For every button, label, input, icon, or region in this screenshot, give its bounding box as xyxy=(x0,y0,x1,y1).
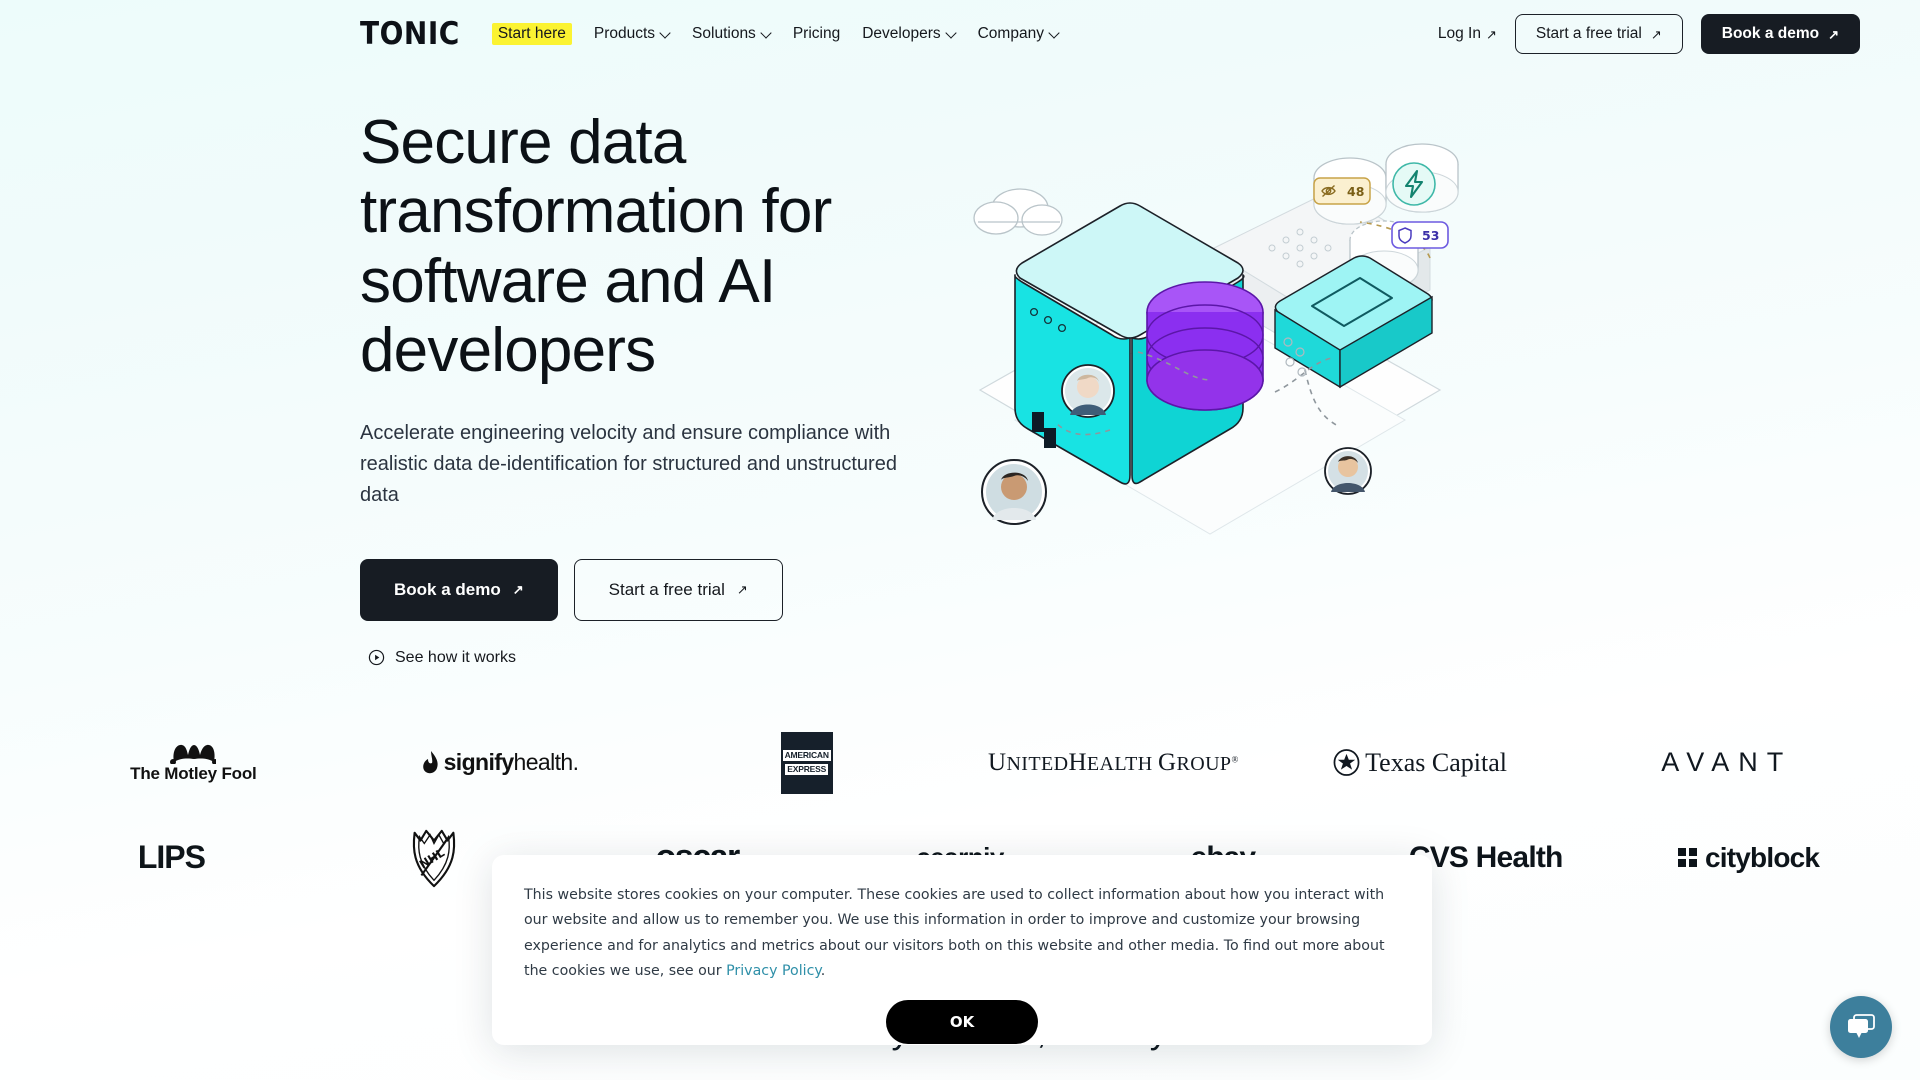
logo-label: LIPS xyxy=(137,839,206,875)
purple-database-icon xyxy=(1146,281,1264,411)
cityblock-mark-icon xyxy=(1677,848,1697,867)
logo-text: cityblock xyxy=(1704,841,1820,873)
logo-motley-fool: The Motley Fool xyxy=(40,742,347,784)
cookie-banner-text: This website stores cookies on your comp… xyxy=(524,883,1400,984)
page-root: TONIC Start here Products Solutions Pric… xyxy=(0,0,1920,1080)
masked-value-badge: 48 xyxy=(1313,177,1371,205)
logo-label: The Motley Fool xyxy=(130,763,257,783)
button-label: Start a free trial xyxy=(608,579,725,599)
arrow-up-right-icon: ↗ xyxy=(512,582,524,598)
logo-label: cityblock xyxy=(1677,841,1820,874)
logo-row-1: The Motley Fool signifyhealth. AMERICAN … xyxy=(0,715,1920,810)
svg-text:48: 48 xyxy=(1347,184,1364,199)
hero-book-demo-button[interactable]: Book a demo ↗ xyxy=(360,558,558,621)
svg-text:53: 53 xyxy=(1422,228,1439,243)
logo-signify-health: signifyhealth. xyxy=(347,749,654,776)
isometric-data-platform-illustration: 48 53 xyxy=(973,143,1459,535)
avatar-person-2 xyxy=(981,459,1047,525)
button-label: Book a demo xyxy=(394,579,501,599)
cookie-text-part1: This website stores cookies on your comp… xyxy=(524,887,1385,979)
arrow-up-right-icon: ↗ xyxy=(736,582,748,598)
logo-avant: AVANT xyxy=(1573,747,1880,778)
chat-widget-button[interactable] xyxy=(1830,996,1892,1058)
cookie-text-part2: . xyxy=(820,962,826,979)
logo-texas-capital: Texas Capital xyxy=(1267,748,1574,778)
logo-american-express: AMERICAN EXPRESS xyxy=(653,731,960,794)
cookie-ok-button[interactable]: OK xyxy=(886,1000,1038,1045)
logo-label: UNITEDHEALTH GROUP® xyxy=(988,748,1239,776)
play-circle-icon xyxy=(368,650,385,666)
hero-start-trial-button[interactable]: Start a free trial ↗ xyxy=(573,558,783,621)
logo-label-line1: AMERICAN xyxy=(782,750,831,761)
jester-hat-icon xyxy=(170,744,217,764)
signify-flame-icon xyxy=(422,750,438,773)
hero-cta-group: Book a demo ↗ Start a free trial ↗ xyxy=(360,558,960,621)
hero-illustration: 48 53 xyxy=(960,130,1560,560)
nhl-shield-icon: NHL xyxy=(413,829,456,887)
chat-bubble-icon xyxy=(1848,1014,1875,1038)
hero-section: Secure data transformation for software … xyxy=(0,0,1920,700)
logo-label: Texas Capital xyxy=(1365,747,1507,777)
logo-cityblock: cityblock xyxy=(1617,842,1880,874)
avatar-person-3 xyxy=(1324,447,1372,495)
hero-subtitle: Accelerate engineering velocity and ensu… xyxy=(360,421,897,506)
logo-label: signifyhealth. xyxy=(443,749,579,775)
logo-label-line2: EXPRESS xyxy=(785,764,829,775)
star-circle-icon xyxy=(1333,749,1360,776)
hero-copy: Secure data transformation for software … xyxy=(360,108,960,673)
logo-label: AVANT xyxy=(1661,747,1793,777)
lightning-bolt-badge xyxy=(1392,162,1436,206)
cookie-consent-banner: This website stores cookies on your comp… xyxy=(492,855,1432,1045)
page-title: Secure data transformation for software … xyxy=(360,108,832,386)
cookie-banner-actions: OK xyxy=(524,1000,1400,1045)
logo-unitedhealth-group: UNITEDHEALTH GROUP® xyxy=(960,749,1267,777)
logo-lips: LIPS xyxy=(40,839,303,876)
cloud-icon xyxy=(973,188,1063,236)
privacy-policy-link[interactable]: Privacy Policy xyxy=(726,963,821,979)
see-how-it-works-link[interactable]: See how it works xyxy=(360,643,530,673)
avatar-person-1 xyxy=(1061,364,1115,418)
see-how-label: See how it works xyxy=(395,648,516,666)
shield-score-badge: 53 xyxy=(1391,221,1449,249)
